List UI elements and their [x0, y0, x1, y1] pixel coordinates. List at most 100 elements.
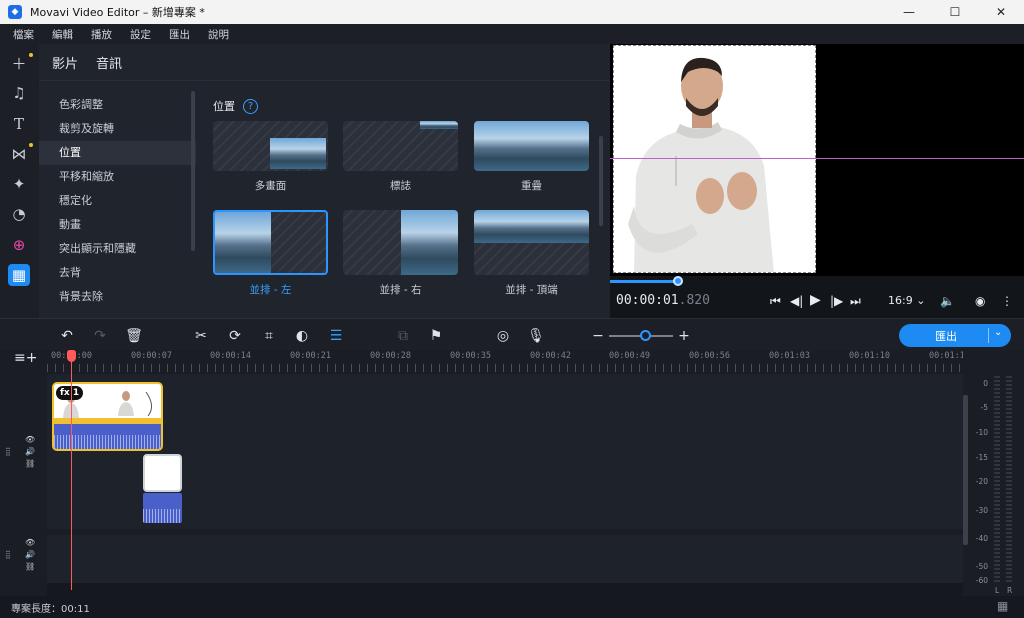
- tool-category-list: 色彩調整 裁剪及旋轉 位置 平移和縮放 穩定化 動畫 突出顯示和隱藏 去背 背景…: [39, 81, 196, 318]
- more-options-icon[interactable]: ⋮: [1001, 294, 1013, 308]
- preset-overlay[interactable]: [474, 121, 589, 171]
- play-icon[interactable]: ▶: [810, 292, 821, 308]
- menu-file[interactable]: 檔案: [13, 27, 34, 42]
- playhead-handle[interactable]: [67, 350, 76, 362]
- category-color[interactable]: 色彩調整: [39, 93, 196, 117]
- video-preview[interactable]: [610, 44, 1024, 276]
- timeline-ruler[interactable]: 00:00:00 00:00:07 00:00:14 00:00:21 00:0…: [47, 350, 963, 374]
- zoom-in-button[interactable]: +: [675, 327, 693, 345]
- skip-to-end-icon[interactable]: ⏭: [850, 294, 861, 309]
- gallery-scrollbar[interactable]: [599, 136, 603, 226]
- tool-rail: ＋ ♫ T ⋈ ✦ ◔ ⊕ ▦: [0, 44, 39, 318]
- color-adjust-icon[interactable]: ◐: [293, 327, 311, 345]
- scrubber-progress: [610, 280, 678, 283]
- next-frame-icon[interactable]: |▶: [830, 294, 843, 308]
- add-track-icon[interactable]: ≡+: [14, 350, 37, 366]
- clip-properties-icon[interactable]: ☰: [327, 327, 345, 345]
- export-label: 匯出: [935, 330, 957, 343]
- mixer-grid-icon[interactable]: ▦: [997, 599, 1008, 613]
- video-frame[interactable]: [613, 45, 816, 273]
- right-channel-label: R: [1007, 586, 1013, 595]
- link-icon[interactable]: ⛓: [25, 459, 35, 468]
- undo-icon[interactable]: ↶: [58, 327, 76, 345]
- aspect-ratio-select[interactable]: 16:9 ⌄: [888, 294, 925, 307]
- video-track-secondary[interactable]: [47, 535, 963, 583]
- rotate-icon[interactable]: ⟳: [226, 327, 244, 345]
- waveform: [143, 509, 182, 523]
- previous-frame-icon[interactable]: ◀|: [790, 294, 803, 308]
- cut-icon[interactable]: ✂: [192, 327, 210, 345]
- tab-video[interactable]: 影片: [52, 53, 78, 72]
- track-drag-handle-icon[interactable]: ⣿: [5, 447, 11, 456]
- transitions-icon[interactable]: ⋈: [8, 143, 30, 165]
- preset-side-by-side-top[interactable]: [474, 210, 589, 275]
- maximize-button[interactable]: ☐: [932, 0, 978, 24]
- overlay-clip-audio[interactable]: [143, 493, 182, 523]
- video-track-main[interactable]: [47, 374, 963, 529]
- track-headers: ≡+: [0, 350, 47, 596]
- add-media-icon[interactable]: ＋: [8, 52, 30, 74]
- menu-playback[interactable]: 播放: [91, 27, 112, 42]
- preset-logo[interactable]: [343, 121, 458, 171]
- stickers-icon[interactable]: ✦: [8, 173, 30, 195]
- category-animation[interactable]: 動畫: [39, 213, 196, 237]
- menu-help[interactable]: 說明: [208, 27, 229, 42]
- category-position[interactable]: 位置: [39, 141, 196, 165]
- zoom-slider-knob[interactable]: [640, 330, 651, 341]
- video-clip[interactable]: fx 1: [52, 382, 163, 451]
- preview-scrubber[interactable]: [610, 276, 1024, 288]
- preset-picture-in-picture[interactable]: [213, 121, 328, 171]
- tab-audio[interactable]: 音訊: [96, 53, 122, 72]
- preset-side-by-side-left[interactable]: [213, 210, 328, 275]
- preset-label: 並排 - 左: [249, 284, 292, 296]
- chevron-down-icon[interactable]: ⌄: [994, 327, 1002, 338]
- menu-edit[interactable]: 編輯: [52, 27, 73, 42]
- category-highlight-conceal[interactable]: 突出顯示和隱藏: [39, 237, 196, 261]
- overlay-clip[interactable]: [143, 454, 182, 492]
- insert-icon[interactable]: ⧉: [394, 327, 412, 345]
- category-background-removal[interactable]: 背景去除: [39, 285, 196, 309]
- eye-icon[interactable]: 👁: [25, 538, 35, 547]
- webcam-record-icon[interactable]: ◎: [494, 327, 512, 345]
- redo-icon[interactable]: ↷: [91, 327, 109, 345]
- delete-icon[interactable]: 🗑: [125, 327, 143, 345]
- music-icon[interactable]: ♫: [8, 82, 30, 104]
- help-icon[interactable]: ?: [243, 98, 258, 114]
- left-channel-bar: [994, 376, 1000, 584]
- export-button[interactable]: 匯出 ⌄: [899, 324, 1011, 347]
- track-drag-handle-icon[interactable]: ⣿: [5, 550, 11, 559]
- microphone-icon[interactable]: 🎙: [527, 327, 545, 345]
- skip-to-start-icon[interactable]: ⏮: [770, 294, 781, 309]
- snapshot-camera-icon[interactable]: ◉: [975, 294, 985, 308]
- title-bar: ◆ Movavi Video Editor – 新增專案 * — ☐ ✕: [0, 0, 1024, 24]
- category-stabilize[interactable]: 穩定化: [39, 189, 196, 213]
- category-crop-rotate[interactable]: 裁剪及旋轉: [39, 117, 196, 141]
- ruler-label: 00:00:35: [450, 351, 491, 361]
- preset-side-by-side-right[interactable]: [343, 210, 458, 275]
- timeline-horizontal-scroll[interactable]: [47, 583, 963, 596]
- export-divider: [988, 328, 989, 343]
- store-bag-icon[interactable]: ⊕: [8, 234, 30, 256]
- eye-icon[interactable]: 👁: [25, 435, 35, 444]
- filters-icon[interactable]: ◔: [8, 203, 30, 225]
- speaker-icon[interactable]: 🔊: [25, 447, 35, 456]
- scrubber-knob[interactable]: [673, 276, 683, 286]
- link-icon[interactable]: ⛓: [25, 562, 35, 571]
- minimize-button[interactable]: —: [886, 0, 932, 24]
- effects-badge[interactable]: fx 1: [56, 386, 84, 400]
- category-scrollbar[interactable]: [191, 91, 195, 251]
- marker-flag-icon[interactable]: ⚑: [427, 327, 445, 345]
- category-chroma-key[interactable]: 去背: [39, 261, 196, 285]
- more-tools-icon[interactable]: ▦: [8, 264, 30, 286]
- speaker-icon[interactable]: 🔊: [25, 550, 35, 559]
- category-pan-zoom[interactable]: 平移和縮放: [39, 165, 196, 189]
- menu-export[interactable]: 匯出: [169, 27, 190, 42]
- titles-icon[interactable]: T: [8, 113, 30, 135]
- menu-settings[interactable]: 設定: [130, 27, 151, 42]
- close-button[interactable]: ✕: [978, 0, 1024, 24]
- meter-label: -10: [975, 428, 988, 437]
- zoom-out-button[interactable]: −: [589, 327, 607, 345]
- crop-icon[interactable]: ⌗: [260, 327, 278, 345]
- volume-icon[interactable]: 🔈: [940, 294, 955, 308]
- gallery-title: 位置 ?: [213, 98, 258, 114]
